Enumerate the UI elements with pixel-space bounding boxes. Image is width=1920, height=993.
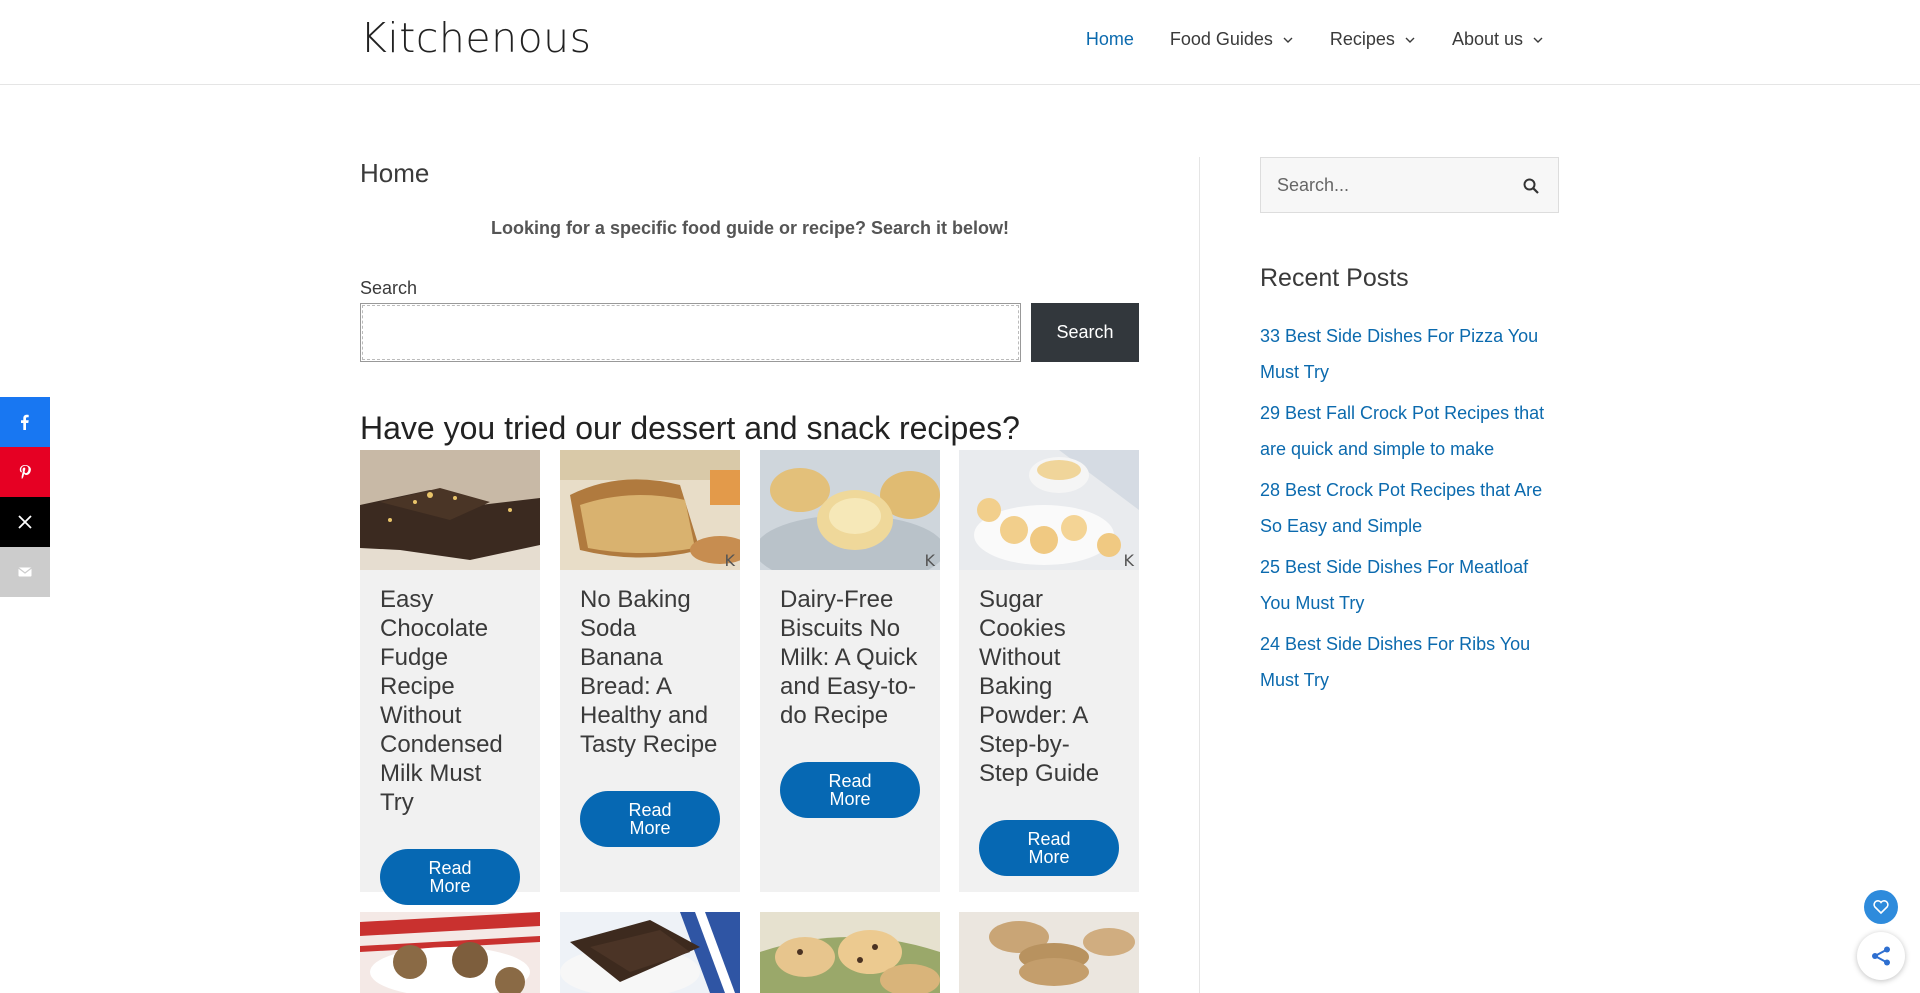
watermark-k: K xyxy=(724,551,736,570)
recipe-card: K Dairy-Free Biscuits No Milk: A Quick a… xyxy=(760,450,940,892)
nav-item-about-us[interactable]: About us xyxy=(1452,29,1544,50)
recipe-card: K No Baking Soda Banana Bread: A Healthy… xyxy=(560,450,740,892)
recipe-card xyxy=(360,912,540,993)
recipe-card-image[interactable] xyxy=(560,912,740,993)
recipe-card-title[interactable]: Easy Chocolate Fudge Recipe Without Cond… xyxy=(360,570,540,817)
search-label: Search xyxy=(360,278,418,298)
nav-item-label: Home xyxy=(1085,29,1134,49)
chevron-down-icon xyxy=(1283,37,1293,43)
pinterest-icon xyxy=(19,465,31,479)
favorite-button[interactable] xyxy=(1864,890,1898,924)
column-divider xyxy=(1199,157,1200,993)
recipe-card-image[interactable] xyxy=(360,912,540,993)
x-share-button[interactable] xyxy=(0,497,50,547)
recent-posts-title: Recent Posts xyxy=(1260,264,1409,292)
facebook-share-button[interactable] xyxy=(0,397,50,447)
nav-item-recipes[interactable]: Recipes xyxy=(1330,29,1416,50)
site-logo[interactable]: Kitchenous xyxy=(360,14,592,62)
recipe-card xyxy=(760,912,940,993)
sidebar-search-placeholder: Search... xyxy=(1277,175,1350,195)
recipe-card: Easy Chocolate Fudge Recipe Without Cond… xyxy=(360,450,540,905)
recipe-card xyxy=(560,912,740,993)
read-more-label: Read More xyxy=(1027,829,1071,867)
email-share-button[interactable] xyxy=(0,547,50,597)
recipe-card-image[interactable] xyxy=(959,912,1139,993)
read-more-label: Read More xyxy=(428,858,472,896)
recipe-card-image[interactable]: K xyxy=(959,450,1139,570)
recent-post-link[interactable]: 25 Best Side Dishes For Meatloaf You Mus… xyxy=(1260,549,1560,621)
recent-post-link[interactable]: 33 Best Side Dishes For Pizza You Must T… xyxy=(1260,318,1560,390)
intro-text: Looking for a specific food guide or rec… xyxy=(490,218,1010,238)
recent-post-link[interactable]: 24 Best Side Dishes For Ribs You Must Tr… xyxy=(1260,626,1560,698)
share-button[interactable] xyxy=(1857,932,1905,980)
recipe-card-title[interactable]: No Baking Soda Banana Bread: A Healthy a… xyxy=(560,570,740,759)
nav-item-label: About us xyxy=(1451,29,1523,49)
watermark-k: K xyxy=(924,551,936,570)
read-more-button[interactable]: Read More xyxy=(979,820,1119,876)
read-more-button[interactable]: Read More xyxy=(580,791,720,847)
recipe-card-image[interactable]: K xyxy=(560,450,740,570)
read-more-label: Read More xyxy=(628,800,672,838)
chevron-down-icon xyxy=(1533,37,1543,43)
site-header: Kitchenous Home Food Guides Recipes Abou… xyxy=(0,0,1920,85)
main-nav: Home Food Guides Recipes About us xyxy=(1086,29,1544,50)
watermark-k: K xyxy=(1123,551,1135,570)
search-button[interactable]: Search xyxy=(1031,303,1139,362)
chevron-down-icon xyxy=(1405,37,1415,43)
nav-item-label: Recipes xyxy=(1329,29,1395,49)
sidebar-search-input[interactable]: Search... xyxy=(1260,157,1559,213)
section-heading: Have you tried our dessert and snack rec… xyxy=(360,410,1020,446)
search-input[interactable] xyxy=(360,303,1021,362)
recipe-card: K Sugar Cookies Without Baking Powder: A… xyxy=(959,450,1139,892)
recipe-card-title[interactable]: Dairy-Free Biscuits No Milk: A Quick and… xyxy=(760,570,940,730)
read-more-button[interactable]: Read More xyxy=(780,762,920,818)
recipe-card-title[interactable]: Sugar Cookies Without Baking Powder: A S… xyxy=(959,570,1139,788)
x-icon xyxy=(18,515,32,529)
facebook-icon xyxy=(21,414,29,430)
recipe-card-image[interactable] xyxy=(760,912,940,993)
heart-icon xyxy=(1873,900,1889,915)
read-more-button[interactable]: Read More xyxy=(380,849,520,905)
nav-item-label: Food Guides xyxy=(1169,29,1273,49)
email-icon xyxy=(18,567,32,577)
nav-item-home[interactable]: Home xyxy=(1086,29,1134,50)
recipe-card-image[interactable] xyxy=(360,450,540,570)
recent-posts-list: 33 Best Side Dishes For Pizza You Must T… xyxy=(1260,318,1560,703)
pinterest-share-button[interactable] xyxy=(0,447,50,497)
recent-post-link[interactable]: 29 Best Fall Crock Pot Recipes that are … xyxy=(1260,395,1560,467)
page-title: Home xyxy=(360,158,430,188)
recipe-card xyxy=(959,912,1139,993)
read-more-label: Read More xyxy=(828,771,872,809)
search-icon[interactable] xyxy=(1522,177,1540,195)
recent-post-link[interactable]: 28 Best Crock Pot Recipes that Are So Ea… xyxy=(1260,472,1560,544)
share-icon xyxy=(1872,946,1890,966)
nav-item-food-guides[interactable]: Food Guides xyxy=(1170,29,1294,50)
recipe-card-image[interactable]: K xyxy=(760,450,940,570)
social-share-bar xyxy=(0,397,50,597)
